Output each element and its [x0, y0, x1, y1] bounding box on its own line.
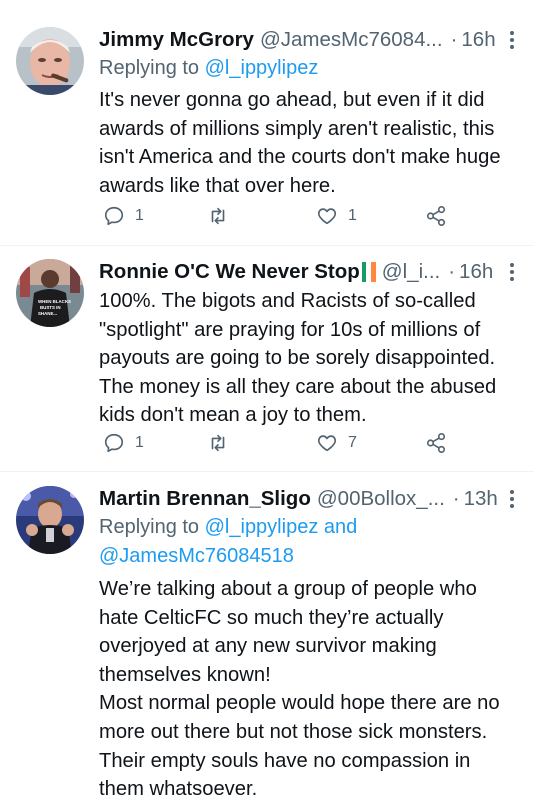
display-name[interactable]: Ronnie O'C We Never Stop: [99, 260, 360, 284]
avatar-shirt-text: WHEN BLACKS: [38, 299, 71, 304]
separator-dot: ·: [448, 260, 456, 283]
avatar-shirt-text: SHANE...: [38, 311, 57, 316]
tweet[interactable]: WHEN BLACKS BUSTS IN SHANE... Ronnie O'C…: [0, 246, 534, 472]
reply-count: 1: [135, 434, 144, 451]
avatar[interactable]: [16, 486, 84, 554]
display-name[interactable]: Jimmy McGrory: [99, 28, 254, 52]
mention-link[interactable]: @JamesMc76084518: [99, 545, 294, 567]
display-name[interactable]: Martin Brennan_Sligo: [99, 487, 311, 511]
reply-button[interactable]: 1: [103, 202, 144, 230]
replying-to: Replying to @l_ippylipez: [99, 54, 520, 83]
tweet-text: It's never gonna go ahead, but even if i…: [99, 89, 501, 197]
reply-count: 1: [135, 207, 144, 224]
retweet-icon: [211, 207, 225, 225]
reply-button[interactable]: 1: [103, 429, 144, 457]
timestamp[interactable]: 16h: [461, 28, 495, 52]
reply-icon: [104, 206, 124, 226]
more-icon[interactable]: [504, 485, 520, 513]
separator-dot: ·: [452, 487, 460, 510]
like-button[interactable]: 7: [316, 429, 357, 457]
mention-link[interactable]: @l_ippylipez and: [205, 516, 358, 538]
retweet-button[interactable]: [207, 202, 239, 230]
user-handle[interactable]: @l_i...: [382, 260, 440, 284]
share-icon: [426, 433, 446, 453]
retweet-button[interactable]: [207, 429, 239, 457]
tweet-text: We’re talking about a group of people wh…: [99, 578, 500, 801]
timestamp[interactable]: 16h: [459, 260, 493, 284]
timestamp[interactable]: 13h: [464, 487, 498, 511]
mention-link[interactable]: @l_ippylipez: [205, 57, 319, 79]
tweet[interactable]: Martin Brennan_Sligo @00Bollox_... · 13h…: [0, 472, 534, 800]
like-count: 1: [348, 207, 357, 224]
like-button[interactable]: 1: [316, 202, 357, 230]
user-handle[interactable]: @00Bollox_...: [317, 487, 445, 511]
share-icon: [426, 206, 446, 226]
separator-dot: ·: [450, 28, 458, 51]
like-icon: [317, 208, 337, 225]
replying-label: Replying to: [99, 57, 200, 79]
action-bar: 1 7: [103, 429, 463, 457]
share-button[interactable]: [425, 429, 447, 457]
more-icon[interactable]: [504, 26, 520, 54]
like-count: 7: [348, 434, 357, 451]
tweet[interactable]: Jimmy McGrory @JamesMc76084... · 16h Rep…: [0, 0, 534, 246]
reply-icon: [104, 433, 124, 453]
share-button[interactable]: [425, 202, 447, 230]
replying-to: Replying to @l_ippylipez and @JamesMc760…: [99, 513, 520, 571]
avatar[interactable]: WHEN BLACKS BUSTS IN SHANE...: [16, 259, 84, 327]
avatar-shirt-text: BUSTS IN: [40, 305, 61, 310]
more-icon[interactable]: [504, 258, 520, 286]
avatar[interactable]: [16, 27, 84, 95]
ireland-flag-icon: [361, 262, 376, 282]
like-icon: [317, 435, 337, 452]
tweet-text: 100%. The bigots and Racists of so-calle…: [99, 290, 497, 427]
action-bar: 1 1: [103, 202, 463, 230]
replying-label: Replying to: [99, 516, 200, 538]
user-handle[interactable]: @JamesMc76084...: [260, 28, 443, 52]
retweet-icon: [211, 434, 225, 452]
